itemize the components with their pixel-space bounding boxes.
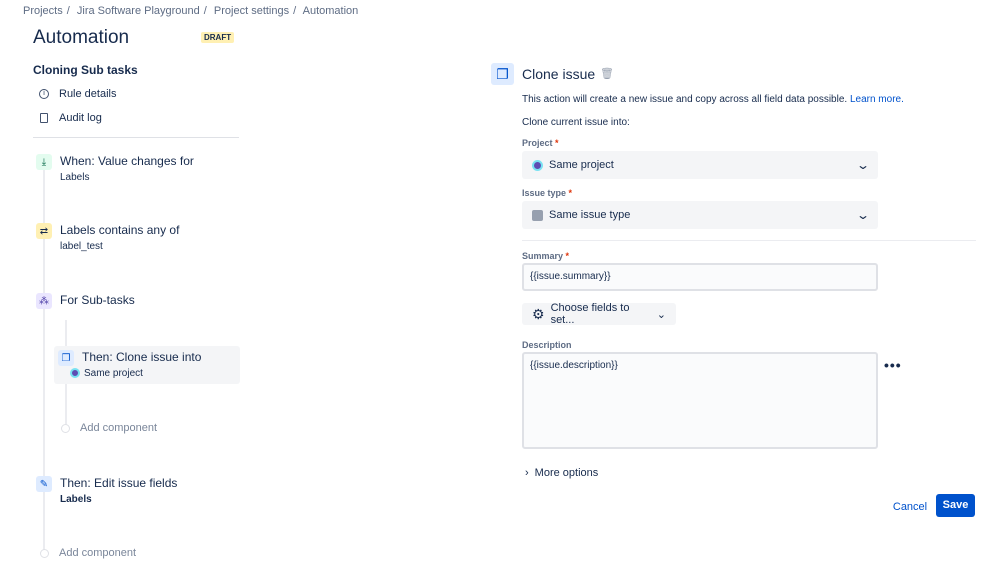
nav-audit-log[interactable]: Audit log <box>39 112 102 124</box>
add-component-inner[interactable]: Add component <box>61 422 157 434</box>
divider <box>33 137 239 138</box>
breadcrumb-projects[interactable]: Projects <box>23 5 63 17</box>
pencil-icon: ✎ <box>36 476 52 492</box>
label-text: Project <box>522 138 553 148</box>
chevron-down-icon: ⌄ <box>656 308 666 321</box>
required-marker: * <box>555 138 559 148</box>
chevron-down-icon: ⌄ <box>855 208 871 222</box>
page-title: Automation <box>33 27 130 48</box>
required-marker: * <box>565 251 570 261</box>
required-marker: * <box>568 188 573 198</box>
choose-fields-button[interactable]: ⚙ Choose fields to set... ⌄ <box>522 302 676 326</box>
issue-type-select[interactable]: Same issue type ⌄ <box>522 201 878 229</box>
step-title: Then: Edit issue fields <box>60 476 178 490</box>
copy-icon: ❐ <box>491 63 514 85</box>
project-avatar-icon <box>70 368 80 378</box>
more-icon[interactable]: ••• <box>884 357 902 373</box>
project-select[interactable]: Same project ⌄ <box>522 151 878 179</box>
description-text: This action will create a new issue and … <box>522 94 848 105</box>
add-dot-icon <box>61 423 70 433</box>
step-edit[interactable]: ✎ Then: Edit issue fields Labels <box>36 476 177 505</box>
document-icon <box>40 113 48 123</box>
step-title: Then: Clone issue into <box>82 350 202 364</box>
step-trigger[interactable]: ⤓ When: Value changes for Labels <box>36 154 194 183</box>
step-subtitle: Labels <box>60 494 92 505</box>
step-title: When: Value changes for <box>60 154 194 168</box>
button-label: Choose fields to set... <box>550 302 630 326</box>
step-branch[interactable]: ⁂ For Sub-tasks <box>36 293 135 309</box>
step-subtitle: Same project <box>84 368 143 379</box>
step-title: For Sub-tasks <box>60 293 135 307</box>
cancel-button[interactable]: Cancel <box>890 496 930 518</box>
more-options-label: More options <box>534 467 599 479</box>
trash-icon[interactable]: 🗑 <box>600 67 614 80</box>
breadcrumb-project[interactable]: Jira Software Playground <box>77 5 200 17</box>
description-textarea[interactable]: {{issue.description}} <box>522 352 878 449</box>
shuffle-icon: ⇄ <box>36 223 52 239</box>
breadcrumb: Projects / Jira Software Playground / Proj… <box>23 5 359 17</box>
step-clone[interactable]: ❐ Then: Clone issue into Same project <box>58 350 201 379</box>
add-component-outer[interactable]: Add component <box>40 547 136 559</box>
chevron-right-icon: › <box>525 467 529 479</box>
info-icon: i <box>39 89 49 99</box>
clone-into-label: Clone current issue into: <box>522 117 630 128</box>
save-button[interactable]: Save <box>936 494 975 517</box>
summary-input[interactable]: {{issue.summary}} <box>522 263 878 291</box>
label-text: Issue type <box>522 188 567 198</box>
learn-more-link[interactable]: Learn more. <box>850 94 904 105</box>
step-subtitle: Labels <box>60 172 90 183</box>
rule-name: Cloning Sub tasks <box>33 63 138 77</box>
select-value: Same project <box>549 159 614 171</box>
nav-label: Rule details <box>59 88 117 100</box>
step-condition[interactable]: ⇄ Labels contains any of label_test <box>36 223 179 252</box>
nav-rule-details[interactable]: i Rule details <box>39 88 116 100</box>
breadcrumb-settings[interactable]: Project settings <box>214 5 289 17</box>
step-subtitle: label_test <box>60 241 103 252</box>
breadcrumb-automation[interactable]: Automation <box>303 5 359 17</box>
issue-type-icon <box>532 209 543 221</box>
trigger-icon: ⤓ <box>36 154 52 170</box>
more-options-toggle[interactable]: › More options <box>525 467 598 479</box>
summary-label: Summary * <box>522 251 569 261</box>
copy-icon: ❐ <box>58 350 74 366</box>
select-value: Same issue type <box>549 209 631 221</box>
divider <box>522 240 976 241</box>
draft-badge: DRAFT <box>201 32 235 43</box>
add-component-label: Add component <box>59 547 137 559</box>
panel-description: This action will create a new issue and … <box>522 94 904 105</box>
panel-title: Clone issue <box>522 66 596 82</box>
add-dot-icon <box>40 548 49 558</box>
hierarchy-icon: ⁂ <box>36 293 52 309</box>
nav-label: Audit log <box>59 112 102 124</box>
gear-icon: ⚙ <box>532 305 545 322</box>
label-text: Summary <box>522 251 564 261</box>
project-label: Project * <box>522 138 559 148</box>
project-avatar-icon <box>532 159 543 171</box>
add-component-label: Add component <box>80 422 158 434</box>
step-title: Labels contains any of <box>60 223 180 237</box>
chevron-down-icon: ⌄ <box>855 158 871 172</box>
description-label: Description <box>522 340 572 350</box>
issue-type-label: Issue type * <box>522 188 572 198</box>
